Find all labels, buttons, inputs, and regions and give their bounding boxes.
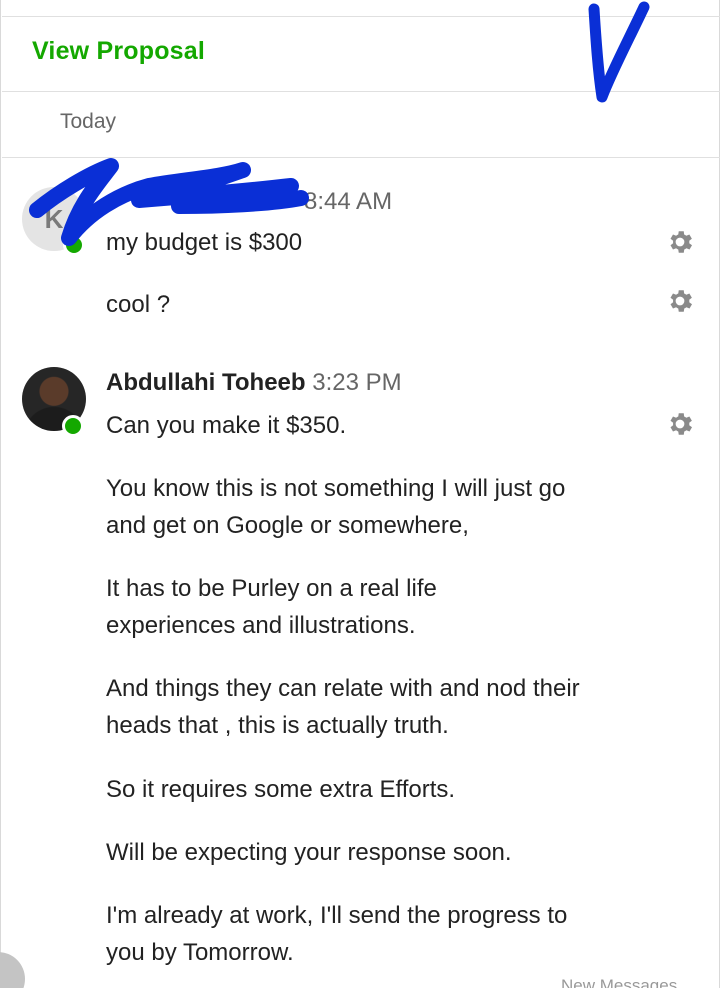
scroll-fab[interactable] bbox=[0, 952, 25, 988]
sender-name[interactable]: Abdullahi Toheeb bbox=[106, 369, 306, 396]
message-text: And things they can relate with and nod … bbox=[106, 675, 580, 739]
message-text: So it requires some extra Efforts. bbox=[106, 776, 456, 803]
proposal-bar: View Proposal bbox=[2, 1, 720, 103]
message-text: Will be expecting your response soon. bbox=[106, 839, 512, 866]
chat-frame: View Proposal Today K 8:44 AM my budget … bbox=[0, 0, 720, 988]
date-separator: Today bbox=[2, 92, 720, 158]
online-status-dot bbox=[62, 415, 84, 437]
message-text: Can you make it $350. bbox=[106, 412, 347, 439]
message-time: 3:23 PM bbox=[312, 369, 402, 396]
message-text: It has to be Purley on a real life exper… bbox=[106, 575, 437, 639]
gear-icon[interactable] bbox=[665, 227, 695, 257]
sender-line: Abdullahi Toheeb 3:23 PM bbox=[106, 369, 402, 397]
gear-icon[interactable] bbox=[665, 286, 695, 316]
message-text: You know this is not something I will ju… bbox=[106, 475, 566, 539]
gear-icon[interactable] bbox=[665, 409, 695, 439]
message-text: I'm already at work, I'll send the progr… bbox=[106, 902, 568, 966]
date-label: Today bbox=[60, 110, 117, 133]
view-proposal-link[interactable]: View Proposal bbox=[32, 37, 205, 66]
redaction-scribble bbox=[29, 158, 309, 246]
message-text: cool ? bbox=[106, 291, 171, 318]
new-messages-indicator[interactable]: New Messages bbox=[561, 976, 677, 988]
